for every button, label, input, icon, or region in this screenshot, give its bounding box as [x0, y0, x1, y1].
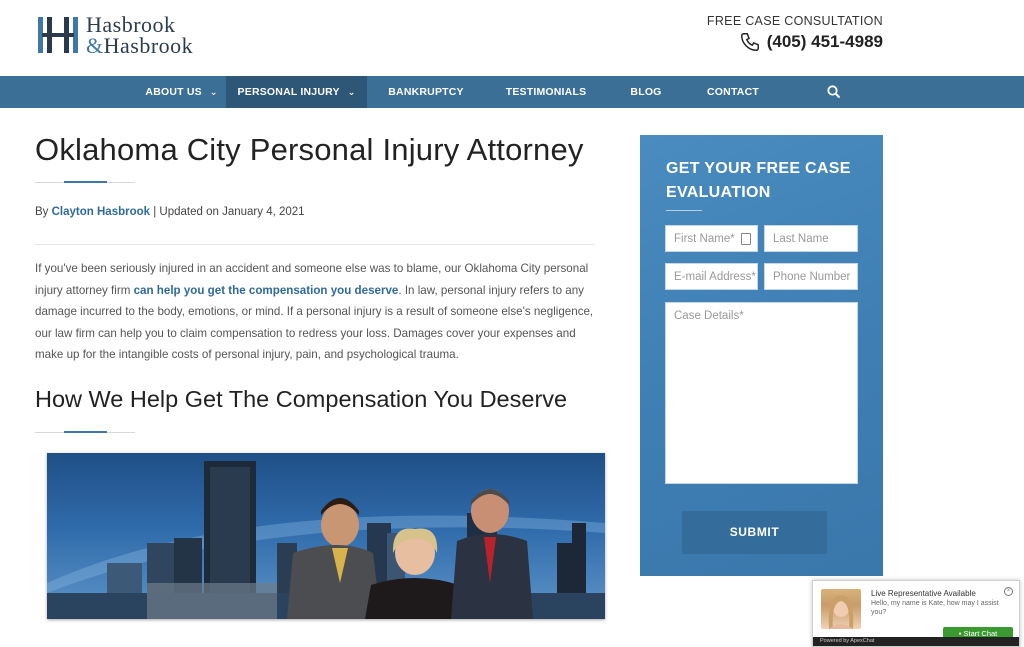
nav-label: TESTIMONIALS	[505, 86, 587, 98]
nav-item-bankruptcy[interactable]: BANKRUPTCY	[380, 76, 472, 108]
byline-prefix: By	[35, 206, 49, 218]
nav-item-about-us[interactable]: ABOUT US ⌄	[137, 76, 226, 108]
first-name-field[interactable]: First Name*	[665, 225, 758, 252]
chat-status: Live Representative Available	[871, 589, 976, 598]
updated-date: | Updated on January 4, 2021	[153, 206, 305, 218]
nav-item-contact[interactable]: CONTACT	[698, 76, 768, 108]
last-name-field[interactable]: Last Name	[764, 225, 858, 252]
logo-ampersand: &	[86, 33, 104, 58]
contact-card-icon	[741, 233, 751, 245]
search-icon[interactable]	[826, 84, 842, 100]
chevron-down-icon: ⌄	[347, 87, 356, 97]
chat-message: Hello, my name is Kate, how may I assist…	[871, 600, 999, 616]
content-divider	[35, 244, 595, 245]
nav-label: BANKRUPTCY	[388, 86, 464, 98]
nav-label: ABOUT US	[145, 86, 202, 98]
email-field[interactable]: E-mail Address*	[665, 263, 758, 290]
hero-image-attorneys	[47, 453, 605, 619]
submit-button[interactable]: SUBMIT	[682, 511, 827, 554]
logo-line-2: Hasbrook	[103, 33, 194, 58]
section-heading: How We Help Get The Compensation You Des…	[35, 386, 568, 412]
consultation-block: FREE CASE CONSULTATION (405) 451-4989	[707, 14, 883, 53]
form-divider	[666, 210, 702, 211]
case-details-field[interactable]: Case Details*	[665, 302, 858, 484]
title-divider	[35, 181, 135, 183]
intro-paragraph: If you've been seriously injured in an a…	[35, 258, 595, 366]
site-header: Hasbrook &Hasbrook FREE CASE CONSULTATIO…	[0, 0, 1024, 76]
phone-link[interactable]: (405) 451-4989	[707, 31, 883, 53]
close-icon[interactable]: ×	[1004, 587, 1013, 596]
nav-item-blog[interactable]: BLOG	[620, 76, 672, 108]
logo-wordmark: Hasbrook &Hasbrook	[86, 12, 194, 58]
consultation-label: FREE CASE CONSULTATION	[706, 14, 883, 28]
form-title: GET YOUR FREE CASE EVALUATION	[666, 160, 851, 201]
chevron-down-icon: ⌄	[209, 87, 218, 97]
agent-avatar	[821, 589, 861, 629]
logo-line-1: Hasbrook	[86, 12, 176, 37]
phone-field[interactable]: Phone Number	[764, 263, 858, 290]
nav-item-personal-injury[interactable]: PERSONAL INJURY ⌄	[226, 76, 367, 108]
section-divider	[35, 431, 135, 433]
nav-label: CONTACT	[707, 86, 759, 98]
nav-label: BLOG	[630, 86, 662, 98]
site-logo[interactable]: Hasbrook &Hasbrook	[38, 12, 194, 58]
case-details-placeholder: Case Details*	[674, 310, 744, 322]
live-chat-widget[interactable]: Live Representative Available Hello, my …	[812, 580, 1020, 647]
first-name-placeholder: First Name*	[674, 233, 735, 245]
case-evaluation-form: GET YOUR FREE CASE EVALUATION First Name…	[640, 135, 883, 576]
main-nav: ABOUT US ⌄ PERSONAL INJURY ⌄ BANKRUPTCY TE…	[0, 76, 1024, 108]
email-placeholder: E-mail Address*	[674, 271, 756, 283]
logo-mark-icon	[38, 15, 78, 55]
last-name-placeholder: Last Name	[773, 233, 829, 245]
compensation-link[interactable]: can help you get the compensation you de…	[134, 284, 399, 297]
phone-placeholder: Phone Number	[773, 271, 851, 283]
nav-label: PERSONAL INJURY	[237, 86, 340, 98]
nav-item-testimonials[interactable]: TESTIMONIALS	[498, 76, 594, 108]
phone-number: (405) 451-4989	[766, 32, 883, 51]
phone-icon	[740, 33, 759, 51]
chat-powered-by: Powered by ApexChat	[813, 637, 1019, 646]
byline: By Clayton Hasbrook | Updated on January…	[35, 206, 305, 218]
city-skyline-photo	[47, 461, 605, 619]
page-title: Oklahoma City Personal Injury Attorney	[35, 132, 584, 167]
author-link[interactable]: Clayton Hasbrook	[52, 206, 150, 218]
